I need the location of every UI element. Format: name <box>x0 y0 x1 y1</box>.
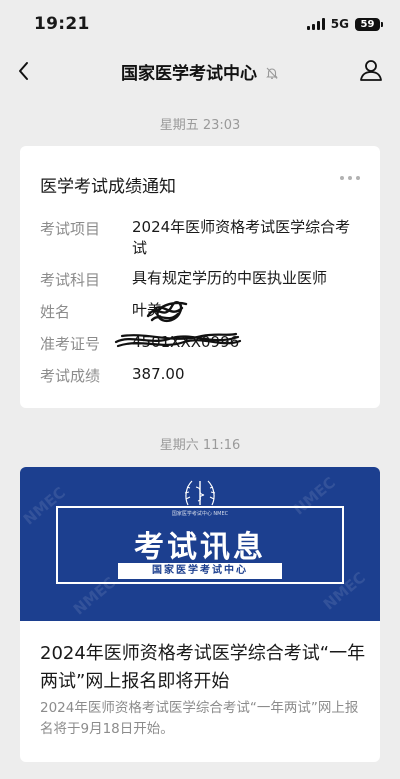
status-icons: 5G 59 <box>306 17 383 31</box>
article-summary: 2024年医师资格考试医学综合考试“一年两试”网上报名将于9月18日开始。 <box>40 700 359 737</box>
field-value-exam-item: 2024年医师资格考试医学综合考试 <box>132 218 351 257</box>
field-label-subject: 考试科目 <box>40 271 101 289</box>
card-title: 医学考试成绩通知 <box>40 177 176 197</box>
battery-icon: 59 <box>355 17 383 31</box>
field-value-subject: 具有规定学历的中医执业医师 <box>132 269 328 287</box>
article-title[interactable]: 2024年医师资格考试医学综合考试“一年两试”网上报名即将开始 <box>40 640 370 696</box>
status-time: 19:21 <box>34 14 90 34</box>
field-label-name: 姓名 <box>40 303 71 321</box>
banner-title: 考试讯息 <box>134 530 266 565</box>
field-value-score: 387.00 <box>132 365 185 383</box>
article-banner: NMEC NMEC NMEC NMEC 国家医学考试中心 NMEC 考试讯息 国… <box>20 467 380 621</box>
signal-icon <box>306 18 325 30</box>
status-bar: 19:21 5G 59 <box>0 0 400 48</box>
field-label-score: 考试成绩 <box>40 367 101 385</box>
banner-subtitle: 国家医学考试中心 <box>118 563 282 579</box>
score-notification-card[interactable]: 医学考试成绩通知 考试项目 2024年医师资格考试医学综合考试 考试科目 具有规… <box>20 146 380 408</box>
field-value-ticket-number: 4501ⅩⅩⅩ0996 <box>132 333 240 351</box>
field-label-ticket-number: 准考证号 <box>40 335 101 353</box>
nav-bar: 国家医学考试中心 <box>0 48 400 94</box>
network-type: 5G <box>330 17 349 31</box>
message-timestamp: 星期六 11:16 <box>159 438 241 453</box>
bell-off-icon <box>266 67 278 79</box>
article-card[interactable]: NMEC NMEC NMEC NMEC 国家医学考试中心 NMEC 考试讯息 国… <box>20 467 380 762</box>
field-value-name: 叶美 <box>132 301 163 319</box>
nav-title-group: 国家医学考试中心 <box>0 59 400 84</box>
field-label-exam-item: 考试项目 <box>40 220 101 238</box>
more-icon[interactable] <box>340 176 360 180</box>
page-title: 国家医学考试中心 <box>120 64 257 84</box>
message-timestamp: 星期五 23:03 <box>159 118 241 133</box>
person-icon[interactable] <box>358 57 384 83</box>
